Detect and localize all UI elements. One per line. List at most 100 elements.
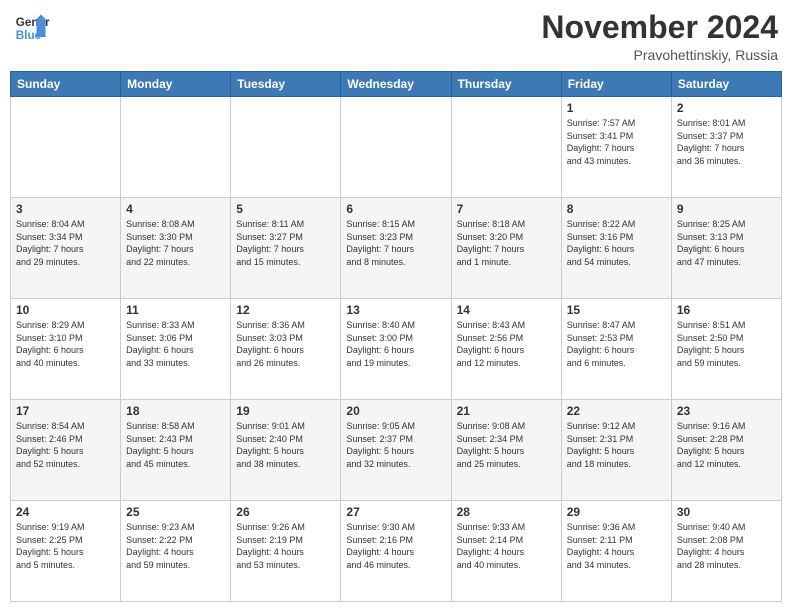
day-cell-2-5: 15Sunrise: 8:47 AM Sunset: 2:53 PM Dayli… bbox=[561, 299, 671, 400]
day-info: Sunrise: 8:54 AM Sunset: 2:46 PM Dayligh… bbox=[16, 420, 115, 470]
day-info: Sunrise: 9:05 AM Sunset: 2:37 PM Dayligh… bbox=[346, 420, 445, 470]
day-cell-1-1: 4Sunrise: 8:08 AM Sunset: 3:30 PM Daylig… bbox=[121, 198, 231, 299]
day-cell-4-4: 28Sunrise: 9:33 AM Sunset: 2:14 PM Dayli… bbox=[451, 501, 561, 602]
day-number: 2 bbox=[677, 101, 776, 115]
calendar-table: Sunday Monday Tuesday Wednesday Thursday… bbox=[10, 71, 782, 602]
day-info: Sunrise: 8:04 AM Sunset: 3:34 PM Dayligh… bbox=[16, 218, 115, 268]
day-number: 11 bbox=[126, 303, 225, 317]
day-number: 27 bbox=[346, 505, 445, 519]
day-number: 6 bbox=[346, 202, 445, 216]
day-cell-2-4: 14 Sunrise: 8:43 AM Sunset: 2:56 PM Dayli… bbox=[451, 299, 561, 400]
day-number: 3 bbox=[16, 202, 115, 216]
day-info: Sunrise: 8:51 AM Sunset: 2:50 PM Dayligh… bbox=[677, 319, 776, 369]
day-number: 22 bbox=[567, 404, 666, 418]
day-cell-1-0: 3 Sunrise: 8:04 AM Sunset: 3:34 PM Daylig… bbox=[11, 198, 121, 299]
day-info: Sunrise: 9:26 AM Sunset: 2:19 PM Dayligh… bbox=[236, 521, 335, 571]
day-cell-0-3 bbox=[341, 97, 451, 198]
day-number: 9 bbox=[677, 202, 776, 216]
day-info: Sunrise: 8:58 AM Sunset: 2:43 PM Dayligh… bbox=[126, 420, 225, 470]
week-row-5: 24 Sunrise: 9:19 AM Sunset: 2:25 PM Dayli… bbox=[11, 501, 782, 602]
day-info: Sunrise: 9:16 AM Sunset: 2:28 PM Dayligh… bbox=[677, 420, 776, 470]
day-cell-1-4: 7 Sunrise: 8:18 AM Sunset: 3:20 PM Daylig… bbox=[451, 198, 561, 299]
day-info: Sunrise: 8:01 AM Sunset: 3:37 PM Dayligh… bbox=[677, 117, 776, 167]
logo-icon: General Blue bbox=[14, 10, 50, 46]
week-row-2: 3 Sunrise: 8:04 AM Sunset: 3:34 PM Daylig… bbox=[11, 198, 782, 299]
day-cell-0-1 bbox=[121, 97, 231, 198]
day-number: 18 bbox=[126, 404, 225, 418]
title-block: November 2024 Pravohettinskiy, Russia bbox=[541, 10, 778, 63]
day-info: Sunrise: 8:08 AM Sunset: 3:30 PM Dayligh… bbox=[126, 218, 225, 268]
day-number: 14 bbox=[457, 303, 556, 317]
header-tuesday: Tuesday bbox=[231, 72, 341, 97]
day-cell-2-1: 11Sunrise: 8:33 AM Sunset: 3:06 PM Dayli… bbox=[121, 299, 231, 400]
day-number: 10 bbox=[16, 303, 115, 317]
day-info: Sunrise: 9:08 AM Sunset: 2:34 PM Dayligh… bbox=[457, 420, 556, 470]
header-saturday: Saturday bbox=[671, 72, 781, 97]
day-number: 17 bbox=[16, 404, 115, 418]
day-cell-0-0 bbox=[11, 97, 121, 198]
day-cell-0-4 bbox=[451, 97, 561, 198]
day-info: Sunrise: 8:11 AM Sunset: 3:27 PM Dayligh… bbox=[236, 218, 335, 268]
day-cell-4-5: 29 Sunrise: 9:36 AM Sunset: 2:11 PM Dayli… bbox=[561, 501, 671, 602]
day-number: 1 bbox=[567, 101, 666, 115]
day-number: 13 bbox=[346, 303, 445, 317]
header-sunday: Sunday bbox=[11, 72, 121, 97]
day-number: 23 bbox=[677, 404, 776, 418]
day-number: 20 bbox=[346, 404, 445, 418]
day-number: 8 bbox=[567, 202, 666, 216]
day-cell-4-0: 24 Sunrise: 9:19 AM Sunset: 2:25 PM Dayli… bbox=[11, 501, 121, 602]
day-cell-0-5: 1Sunrise: 7:57 AM Sunset: 3:41 PM Daylig… bbox=[561, 97, 671, 198]
calendar-header-row: Sunday Monday Tuesday Wednesday Thursday… bbox=[11, 72, 782, 97]
day-cell-3-0: 17 Sunrise: 8:54 AM Sunset: 2:46 PM Dayli… bbox=[11, 400, 121, 501]
day-info: Sunrise: 8:25 AM Sunset: 3:13 PM Dayligh… bbox=[677, 218, 776, 268]
day-info: Sunrise: 8:22 AM Sunset: 3:16 PM Dayligh… bbox=[567, 218, 666, 268]
day-info: Sunrise: 8:29 AM Sunset: 3:10 PM Dayligh… bbox=[16, 319, 115, 369]
month-title: November 2024 bbox=[541, 10, 778, 45]
day-number: 7 bbox=[457, 202, 556, 216]
day-info: Sunrise: 8:18 AM Sunset: 3:20 PM Dayligh… bbox=[457, 218, 556, 268]
header-wednesday: Wednesday bbox=[341, 72, 451, 97]
day-info: Sunrise: 9:36 AM Sunset: 2:11 PM Dayligh… bbox=[567, 521, 666, 571]
day-number: 29 bbox=[567, 505, 666, 519]
header-monday: Monday bbox=[121, 72, 231, 97]
day-number: 21 bbox=[457, 404, 556, 418]
day-cell-4-2: 26 Sunrise: 9:26 AM Sunset: 2:19 PM Dayli… bbox=[231, 501, 341, 602]
day-cell-1-6: 9 Sunrise: 8:25 AM Sunset: 3:13 PM Daylig… bbox=[671, 198, 781, 299]
day-info: Sunrise: 8:40 AM Sunset: 3:00 PM Dayligh… bbox=[346, 319, 445, 369]
day-cell-4-3: 27 Sunrise: 9:30 AM Sunset: 2:16 PM Dayli… bbox=[341, 501, 451, 602]
day-cell-1-3: 6Sunrise: 8:15 AM Sunset: 3:23 PM Daylig… bbox=[341, 198, 451, 299]
day-cell-1-2: 5Sunrise: 8:11 AM Sunset: 3:27 PM Daylig… bbox=[231, 198, 341, 299]
logo: General Blue bbox=[14, 10, 50, 46]
day-cell-2-2: 12 Sunrise: 8:36 AM Sunset: 3:03 PM Dayli… bbox=[231, 299, 341, 400]
location: Pravohettinskiy, Russia bbox=[541, 47, 778, 63]
day-info: Sunrise: 9:23 AM Sunset: 2:22 PM Dayligh… bbox=[126, 521, 225, 571]
day-cell-4-6: 30 Sunrise: 9:40 AM Sunset: 2:08 PM Dayli… bbox=[671, 501, 781, 602]
page: General Blue November 2024 Pravohettinsk… bbox=[0, 0, 792, 612]
day-number: 30 bbox=[677, 505, 776, 519]
day-info: Sunrise: 8:36 AM Sunset: 3:03 PM Dayligh… bbox=[236, 319, 335, 369]
header-friday: Friday bbox=[561, 72, 671, 97]
day-cell-4-1: 25 Sunrise: 9:23 AM Sunset: 2:22 PM Dayli… bbox=[121, 501, 231, 602]
day-number: 12 bbox=[236, 303, 335, 317]
day-cell-0-6: 2 Sunrise: 8:01 AM Sunset: 3:37 PM Daylig… bbox=[671, 97, 781, 198]
day-number: 25 bbox=[126, 505, 225, 519]
day-number: 28 bbox=[457, 505, 556, 519]
day-info: Sunrise: 8:47 AM Sunset: 2:53 PM Dayligh… bbox=[567, 319, 666, 369]
day-number: 24 bbox=[16, 505, 115, 519]
day-info: Sunrise: 9:40 AM Sunset: 2:08 PM Dayligh… bbox=[677, 521, 776, 571]
day-number: 19 bbox=[236, 404, 335, 418]
day-cell-0-2 bbox=[231, 97, 341, 198]
day-info: Sunrise: 9:12 AM Sunset: 2:31 PM Dayligh… bbox=[567, 420, 666, 470]
day-number: 26 bbox=[236, 505, 335, 519]
day-info: Sunrise: 9:30 AM Sunset: 2:16 PM Dayligh… bbox=[346, 521, 445, 571]
day-cell-2-0: 10 Sunrise: 8:29 AM Sunset: 3:10 PM Dayli… bbox=[11, 299, 121, 400]
header: General Blue November 2024 Pravohettinsk… bbox=[10, 10, 782, 63]
day-info: Sunrise: 9:19 AM Sunset: 2:25 PM Dayligh… bbox=[16, 521, 115, 571]
day-info: Sunrise: 9:01 AM Sunset: 2:40 PM Dayligh… bbox=[236, 420, 335, 470]
day-info: Sunrise: 8:43 AM Sunset: 2:56 PM Dayligh… bbox=[457, 319, 556, 369]
day-cell-3-2: 19 Sunrise: 9:01 AM Sunset: 2:40 PM Dayli… bbox=[231, 400, 341, 501]
week-row-4: 17 Sunrise: 8:54 AM Sunset: 2:46 PM Dayli… bbox=[11, 400, 782, 501]
week-row-3: 10 Sunrise: 8:29 AM Sunset: 3:10 PM Dayli… bbox=[11, 299, 782, 400]
day-cell-3-3: 20 Sunrise: 9:05 AM Sunset: 2:37 PM Dayli… bbox=[341, 400, 451, 501]
week-row-1: 1Sunrise: 7:57 AM Sunset: 3:41 PM Daylig… bbox=[11, 97, 782, 198]
